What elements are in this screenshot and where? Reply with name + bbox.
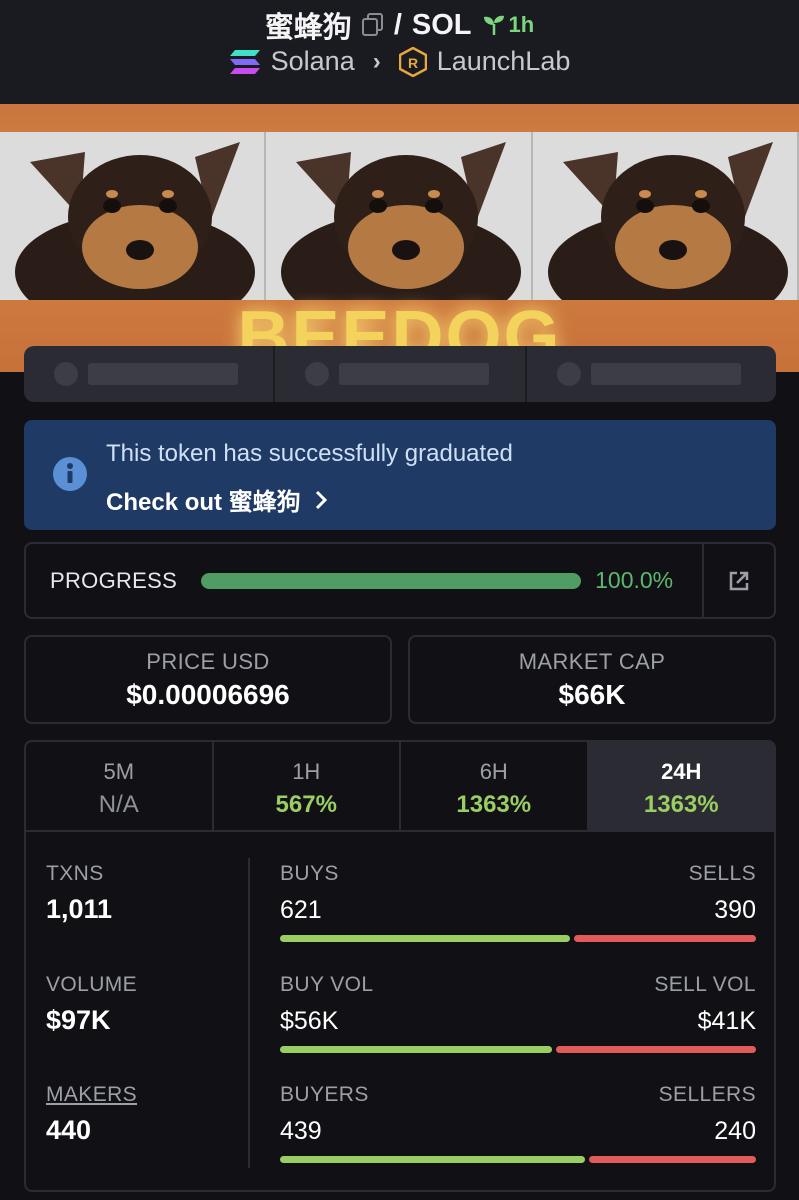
period-name: 24H [661,759,702,784]
period-change: 1363% [456,791,532,818]
period-tabs: 5M N/A 1H 567% 6H 1363% 24H 1363% [24,740,776,832]
title-row: 蜜蜂狗 / SOL 1h [0,4,799,46]
buy-bar [280,1046,552,1053]
sell-vol-label: SELL VOL [654,973,756,996]
buyers-sellers: BUYERS SELLERS 439 240 [280,1083,756,1163]
info-icon [53,457,87,491]
sell-vol-value: $41K [697,1007,756,1035]
svg-text:R: R [408,55,418,71]
copy-icon[interactable] [361,13,384,37]
buy-vol-label: BUY VOL [280,973,374,996]
makers-value: 440 [46,1115,92,1145]
breadcrumb: Solana › R LaunchLab [0,46,799,77]
check-out-label: Check out 蜜蜂狗 [106,489,301,516]
chevron-right-icon [315,490,327,509]
external-link-icon [729,571,749,590]
buys-sells: BUYS SELLS 621 390 [280,862,756,942]
progress-value: 100.0% [595,567,674,593]
social-link[interactable] [275,346,527,402]
sells-label: SELLS [688,862,756,885]
token-banner-image: BEEDOG [0,104,799,372]
launchpad-link[interactable]: LaunchLab [437,46,571,77]
price-usd-value: $0.00006696 [126,679,290,710]
txns-stat: TXNS 1,011 [46,862,112,925]
graduated-notice: This token has successfully graduated Ch… [24,420,776,530]
buy-sell-volume: BUY VOL SELL VOL $56K $41K [280,973,756,1053]
period-name: 5M [103,759,135,784]
volume-label: VOLUME [46,973,138,996]
period-name: 6H [479,759,508,784]
link-icon [556,362,581,386]
tab-1h[interactable]: 1H 567% [214,742,401,830]
header: 蜜蜂狗 / SOL 1h Solana › R LaunchLab [0,0,799,104]
txns-value: 1,011 [46,894,113,924]
makers-link[interactable]: MAKERS [46,1083,137,1107]
external-link-button[interactable] [702,544,774,617]
social-link[interactable] [24,346,276,402]
volume-value: $97K [46,1005,111,1035]
sell-bar [574,935,756,942]
sellers-label: SELLERS [658,1083,756,1106]
sell-bar [556,1046,756,1053]
buys-sells-bar [280,935,756,942]
link-placeholder [590,363,741,385]
quote-token: SOL [411,8,472,41]
sprout-icon [483,15,504,35]
social-link[interactable] [527,346,776,402]
period-change: N/A [98,791,139,818]
progress-fill [201,572,582,589]
txns-label: TXNS [46,862,104,885]
social-links [24,346,776,402]
period-change: 1363% [643,791,719,818]
price-usd-label: PRICE USD [146,649,270,674]
price-usd-box: PRICE USD $0.00006696 [24,635,392,724]
banner-dog-strip [0,132,799,300]
progress-label: PROGRESS [50,567,178,593]
trade-details: TXNS 1,011 VOLUME $97K MAKERS 440 BUYS S… [24,830,776,1192]
link-icon [305,362,330,386]
market-cap-value: $66K [558,679,626,710]
tab-24h[interactable]: 24H 1363% [588,742,774,830]
makers-stat: MAKERS 440 [46,1083,137,1146]
volume-stat: VOLUME $97K [46,973,137,1036]
volume-bar [280,1046,756,1053]
buy-bar [280,1156,585,1163]
buys-value: 621 [280,896,322,924]
sell-bar [589,1156,756,1163]
solana-icon [229,49,260,74]
chain-link[interactable]: Solana [271,46,355,77]
dog-image [532,132,799,300]
pair-age-value: 1h [508,12,535,37]
market-cap-box: MARKET CAP $66K [408,635,776,724]
bonding-progress: PROGRESS 100.0% [24,542,776,619]
chevron-right-icon: › [372,47,381,75]
tab-6h[interactable]: 6H 1363% [401,742,589,830]
divider [248,858,250,1168]
token-name: 蜜蜂狗 [264,12,352,44]
pair-separator: / [393,8,402,41]
buyers-value: 439 [280,1117,322,1145]
sellers-value: 240 [714,1117,756,1145]
buys-label: BUYS [280,862,339,885]
buy-vol-value: $56K [280,1007,339,1035]
notice-message: This token has successfully graduated [106,440,513,467]
launchlab-icon: R [398,46,427,77]
buyers-sellers-bar [280,1156,756,1163]
period-change: 567% [275,791,337,818]
tab-5m[interactable]: 5M N/A [26,742,214,830]
period-name: 1H [292,759,321,784]
market-cap-label: MARKET CAP [518,649,666,674]
link-icon [54,362,78,386]
link-placeholder [88,363,238,385]
buyers-label: BUYERS [280,1083,369,1106]
pair-age: 1h [482,12,535,38]
buy-bar [280,935,570,942]
dog-image [266,132,533,300]
sells-value: 390 [714,896,756,924]
check-out-link[interactable]: Check out 蜜蜂狗 [106,482,327,517]
progress-track [201,572,582,589]
dog-image [0,132,267,300]
link-placeholder [339,363,490,385]
